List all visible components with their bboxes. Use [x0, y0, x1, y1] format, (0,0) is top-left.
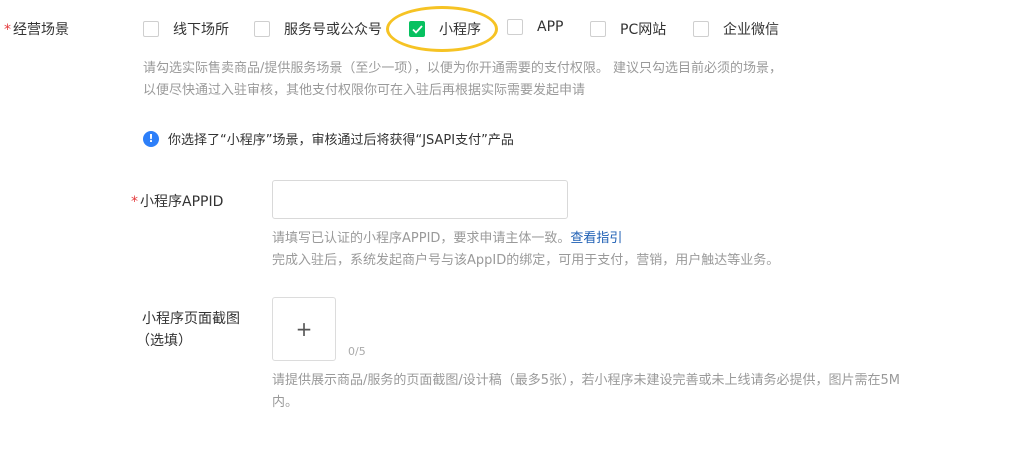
checkbox-label: PC网站 [620, 22, 667, 38]
checkbox-box[interactable] [693, 21, 709, 37]
check-icon [411, 24, 423, 34]
checkbox-box[interactable] [143, 21, 159, 37]
plus-icon: + [295, 317, 313, 341]
checkbox-box[interactable] [590, 21, 606, 37]
scene-notice: ! 你选择了“小程序”场景，审核通过后将获得“JSAPI支付”产品 [143, 129, 514, 148]
screenshot-label: 小程序页面截图 （选填） [136, 311, 240, 349]
appid-label: * 小程序APPID [131, 194, 224, 210]
checkbox-label: 线下场所 [173, 22, 229, 38]
required-mark: * [4, 22, 11, 38]
checkbox-label: 企业微信 [723, 22, 779, 38]
notice-text: 你选择了“小程序”场景，审核通过后将获得“JSAPI支付”产品 [168, 133, 514, 148]
upload-count: 0/5 [348, 345, 366, 358]
business-scene-label: * 经营场景 [4, 22, 69, 38]
checkbox-official-account[interactable]: 服务号或公众号 [254, 19, 382, 39]
info-icon: ! [143, 130, 159, 147]
view-guide-link[interactable]: 查看指引 [570, 231, 622, 246]
required-mark: * [131, 194, 138, 210]
checkbox-label: 小程序 [439, 22, 481, 38]
upload-button[interactable]: + [272, 297, 336, 361]
checkbox-label: APP [537, 19, 564, 35]
checkbox-offline-store[interactable]: 线下场所 [143, 19, 229, 39]
checkbox-wecom[interactable]: 企业微信 [693, 19, 779, 39]
checkbox-box-checked[interactable] [409, 21, 425, 37]
business-scene-hint: 请勾选实际售卖商品/提供服务场景（至少一项），以便为你开通需要的支付权限。 建议… [143, 61, 783, 98]
checkbox-mini-program[interactable]: 小程序 [409, 19, 481, 39]
checkbox-box[interactable] [507, 19, 523, 35]
checkbox-app[interactable]: APP [507, 19, 563, 35]
checkbox-label: 服务号或公众号 [284, 22, 382, 38]
appid-input[interactable] [272, 180, 568, 219]
checkbox-box[interactable] [254, 21, 270, 37]
checkbox-pc-website[interactable]: PC网站 [590, 19, 666, 39]
appid-hint: 请填写已认证的小程序APPID，要求申请主体一致。查看指引 完成入驻后，系统发起… [272, 231, 780, 268]
screenshot-hint: 请提供展示商品/服务的页面截图/设计稿（最多5张），若小程序未建设完善或未上线请… [272, 373, 901, 410]
